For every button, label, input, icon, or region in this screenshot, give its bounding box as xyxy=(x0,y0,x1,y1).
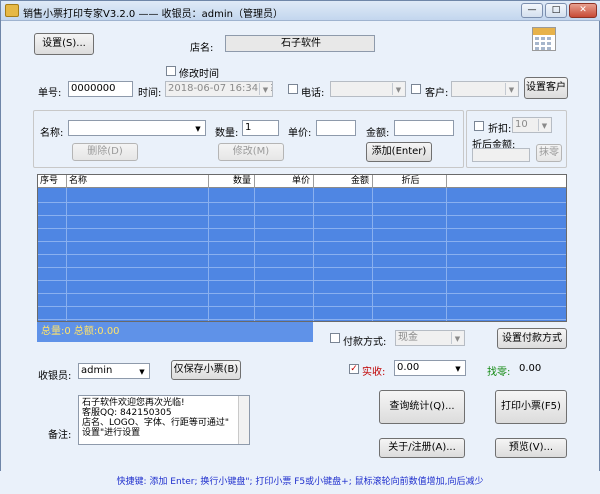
payment-method-checkbox[interactable] xyxy=(330,333,340,343)
item-name-combo[interactable]: ▼ xyxy=(68,120,206,136)
after-discount-input[interactable] xyxy=(472,148,530,162)
chevron-down-icon: ▼ xyxy=(538,119,550,131)
time-picker[interactable]: 2018-06-07 16:34:59 ▼ xyxy=(165,81,273,97)
app-icon xyxy=(5,4,19,17)
quantity-input[interactable]: 1 xyxy=(242,120,279,136)
note-line: 店名、LOGO、字体、行距等可通过" xyxy=(82,418,229,428)
change-label: 找零: xyxy=(487,367,511,378)
chevron-down-icon: ▼ xyxy=(136,365,148,377)
discount-checkbox[interactable] xyxy=(474,121,484,131)
payment-method-value: 现金 xyxy=(398,332,418,343)
item-name-label: 名称: xyxy=(40,128,64,139)
chevron-down-icon: ▼ xyxy=(192,122,204,134)
print-receipt-button[interactable]: 打印小票(F5) xyxy=(495,390,567,424)
modify-time-checkbox[interactable] xyxy=(166,66,176,76)
order-number-label: 单号: xyxy=(38,88,62,99)
price-input[interactable] xyxy=(316,120,356,136)
column-header[interactable]: 金额 xyxy=(314,175,373,188)
received-amount-value: 0.00 xyxy=(397,362,420,373)
note-line: 设置"进行设置 xyxy=(82,428,141,438)
modify-time-label: 修改时间 xyxy=(179,69,219,80)
amount-label: 金额: xyxy=(366,128,390,139)
about-register-button[interactable]: 关于/注册(A)... xyxy=(379,438,465,458)
received-checkbox[interactable]: ✓ xyxy=(349,364,359,374)
note-textarea[interactable]: 石子软件欢迎您再次光临! 客服QQ: 842150305 店名、LOGO、字体、… xyxy=(78,395,250,445)
note-line: 石子软件欢迎您再次光临! xyxy=(82,398,185,408)
received-label: 实收: xyxy=(362,367,386,378)
customer-checkbox[interactable] xyxy=(411,84,421,94)
discount-label: 折扣: xyxy=(488,124,512,135)
note-label: 备注: xyxy=(48,430,72,441)
delete-button[interactable]: 删除(D) xyxy=(72,143,138,161)
totals-bar: 总量:0 总额:0.00 xyxy=(37,322,313,342)
chevron-down-icon: ▼ xyxy=(505,83,517,95)
minimize-button[interactable]: — xyxy=(521,3,543,18)
cashier-label: 收银员: xyxy=(38,371,72,382)
note-scrollbar[interactable] xyxy=(238,396,249,444)
title-bar: 销售小票打印专家V3.2.0 —— 收银员：admin（管理员） — □ ✕ xyxy=(1,1,600,21)
column-header[interactable]: 序号 xyxy=(38,175,67,188)
modify-button[interactable]: 修改(M) xyxy=(218,143,284,161)
note-line: 客服QQ: 842150305 xyxy=(82,408,172,418)
add-button[interactable]: 添加(Enter) xyxy=(366,142,432,162)
received-amount-combo[interactable]: 0.00 ▼ xyxy=(394,360,466,376)
items-table[interactable]: 序号 名称 数量 单价 金额 折后 xyxy=(37,174,567,322)
time-label: 时间: xyxy=(138,88,162,99)
phone-combo[interactable]: ▼ xyxy=(330,81,406,97)
maximize-button[interactable]: □ xyxy=(545,3,567,18)
preview-button[interactable]: 预览(V)... xyxy=(495,438,567,458)
chevron-down-icon: ▼ xyxy=(451,332,463,344)
phone-checkbox[interactable] xyxy=(288,84,298,94)
phone-label: 电话: xyxy=(301,88,325,99)
settings-button[interactable]: 设置(S)... xyxy=(34,33,94,55)
payment-method-label: 付款方式: xyxy=(343,337,387,348)
calendar-icon[interactable] xyxy=(532,27,556,51)
order-number-input[interactable]: 0000000 xyxy=(68,81,133,97)
change-value: 0.00 xyxy=(519,363,542,374)
column-header[interactable]: 名称 xyxy=(67,175,209,188)
query-statistics-button[interactable]: 查询统计(Q)... xyxy=(379,390,465,424)
customer-label: 客户: xyxy=(425,88,449,99)
column-header[interactable]: 折后 xyxy=(373,175,447,188)
save-receipt-only-button[interactable]: 仅保存小票(B) xyxy=(171,360,241,380)
shop-name-field: 石子软件 xyxy=(225,35,375,52)
amount-input[interactable] xyxy=(394,120,454,136)
set-customer-button[interactable]: 设置客户 xyxy=(524,77,568,99)
chevron-down-icon: ▼ xyxy=(452,362,464,374)
cashier-combo[interactable]: admin ▼ xyxy=(78,363,150,379)
column-header-filler xyxy=(447,175,566,188)
price-label: 单价: xyxy=(288,128,312,139)
shop-label: 店名: xyxy=(190,43,214,54)
discount-combo[interactable]: 10 ▼ xyxy=(512,117,552,133)
time-value: 2018-06-07 16:34:59 xyxy=(168,83,273,94)
set-payment-method-button[interactable]: 设置付款方式 xyxy=(497,328,567,349)
column-header[interactable]: 数量 xyxy=(209,175,255,188)
table-header: 序号 名称 数量 单价 金额 折后 xyxy=(38,175,566,188)
discount-value: 10 xyxy=(515,119,528,130)
chevron-down-icon: ▼ xyxy=(259,83,271,95)
column-header[interactable]: 单价 xyxy=(255,175,314,188)
quantity-label: 数量: xyxy=(215,128,239,139)
payment-method-combo[interactable]: 现金 ▼ xyxy=(395,330,465,346)
window-title: 销售小票打印专家V3.2.0 —— 收银员：admin（管理员） xyxy=(23,9,283,20)
chevron-down-icon: ▼ xyxy=(392,83,404,95)
round-off-button[interactable]: 抹零 xyxy=(536,144,562,162)
cashier-value: admin xyxy=(81,365,113,376)
close-button[interactable]: ✕ xyxy=(569,3,597,18)
shortcut-hint-bar: 快捷键: 添加 Enter; 换行小键盘"; 打印小票 F5或小键盘+; 鼠标滚… xyxy=(0,471,600,494)
customer-combo[interactable]: ▼ xyxy=(451,81,519,97)
